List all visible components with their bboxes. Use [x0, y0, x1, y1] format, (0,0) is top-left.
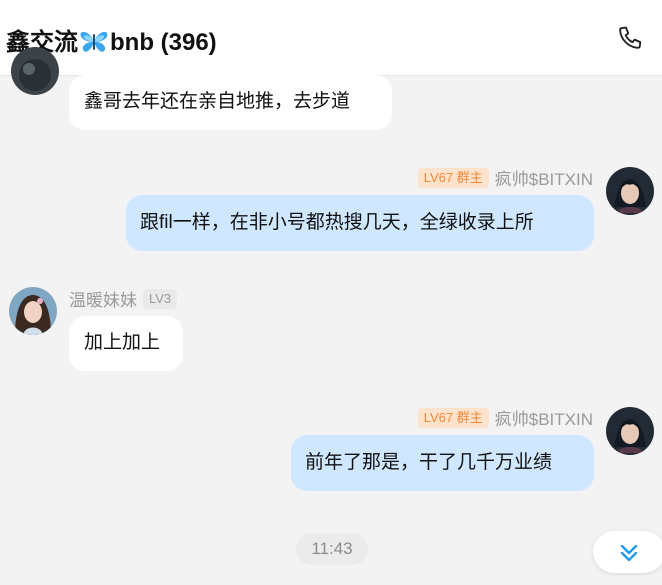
avatar-image — [606, 407, 654, 455]
avatar[interactable] — [11, 47, 59, 95]
role-badge: LV67 群主 — [417, 407, 489, 428]
sender-name[interactable]: 疯帅$BITXIN — [495, 165, 593, 190]
time-pill: 11:43 — [296, 533, 368, 565]
message-text: 跟fil一样，在非小号都热搜几天，全绿收录上所 — [140, 212, 534, 233]
message-meta: LV67 群主 疯帅$BITXIN — [417, 165, 593, 190]
message-bubble[interactable]: 跟fil一样，在非小号都热搜几天，全绿收录上所 — [126, 195, 594, 251]
chat-title-suffix: bnb (396) — [110, 29, 217, 56]
message-bubble[interactable]: 鑫哥去年还在亲自地推，去步道 — [69, 75, 392, 130]
message-bubble[interactable]: 加上加上 — [69, 316, 183, 371]
message-meta: LV67 群主 疯帅$BITXIN — [417, 405, 593, 430]
level-badge: LV3 — [143, 288, 178, 309]
double-chevron-down-icon — [620, 544, 638, 562]
message-bubble[interactable]: 前年了那是，干了几千万业绩 — [291, 435, 594, 491]
message-text: 前年了那是，干了几千万业绩 — [305, 452, 553, 473]
avatar-image — [9, 287, 57, 335]
butterfly-emoji-icon — [80, 31, 108, 52]
chat-header: 鑫交流 bnb (396) — [0, 0, 662, 76]
avatar[interactable] — [606, 407, 654, 455]
message-text: 加上加上 — [84, 332, 161, 353]
sender-name[interactable]: 温暖妹妹 — [69, 286, 137, 311]
role-badge: LV67 群主 — [417, 167, 489, 188]
avatar-image — [606, 167, 654, 215]
call-button[interactable] — [616, 24, 644, 52]
avatar-image — [11, 47, 59, 95]
scroll-to-bottom-button[interactable] — [593, 531, 662, 573]
avatar[interactable] — [9, 287, 57, 335]
sender-name[interactable]: 疯帅$BITXIN — [495, 405, 593, 430]
message-meta: 温暖妹妹 LV3 — [69, 286, 178, 311]
avatar[interactable] — [606, 167, 654, 215]
message-text: 鑫哥去年还在亲自地推，去步道 — [84, 91, 351, 112]
phone-icon — [619, 26, 642, 49]
